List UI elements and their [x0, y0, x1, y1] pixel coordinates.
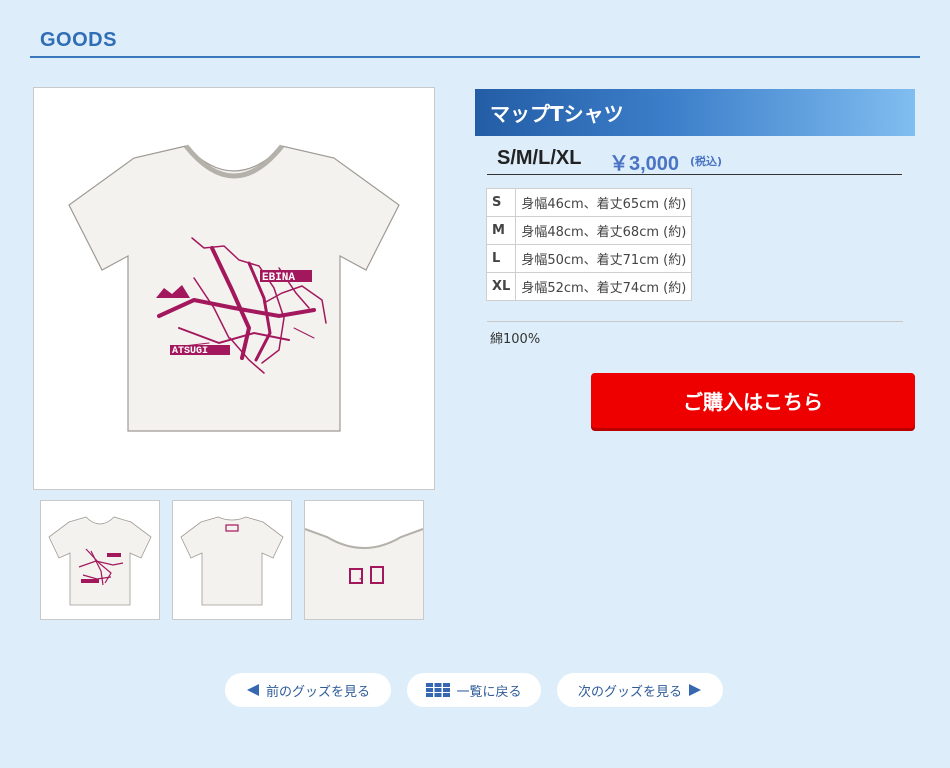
tax-note: (税込) [690, 155, 723, 168]
size-key: XL [485, 272, 517, 301]
size-key: M [485, 216, 517, 245]
size-spec: 身幅46cm、着丈65cm (約) [515, 188, 693, 217]
print-top-text: EBINA [262, 272, 295, 284]
prev-goods-label: 前のグッズを見る [265, 684, 370, 700]
back-to-list-label: 一覧に戻る [456, 684, 522, 700]
table-row: L 身幅50cm、着丈71cm (約) [485, 244, 693, 273]
material-divider [487, 321, 903, 322]
t-shirt-front-illustration: EBINA ATSUGI [68, 144, 400, 432]
size-key: L [485, 244, 517, 273]
grid-icon [426, 683, 451, 697]
back-to-list-button[interactable]: 一覧に戻る [407, 673, 541, 707]
svg-text:·: · [359, 574, 362, 584]
price: ￥3,000 [609, 153, 680, 175]
buy-button[interactable]: ご購入はこちら [591, 373, 915, 428]
size-spec: 身幅50cm、着丈71cm (約) [515, 244, 693, 273]
t-shirt-thumbnail-front [48, 516, 152, 606]
next-goods-button[interactable]: 次のグッズを見る [557, 673, 723, 707]
table-row: M 身幅48cm、着丈68cm (約) [485, 216, 693, 245]
thumbnail-back[interactable] [172, 500, 292, 620]
thumbnail-back-closeup[interactable]: · [304, 500, 424, 620]
prev-goods-button[interactable]: 前のグッズを見る [225, 673, 391, 707]
product-header: マップTシャツ [475, 89, 915, 136]
section-title: GOODS [40, 29, 117, 51]
size-key: S [485, 188, 517, 217]
t-shirt-thumbnail-closeup: · [305, 501, 423, 619]
available-sizes: S/M/L/XL [497, 147, 582, 169]
table-row: XL 身幅52cm、着丈74cm (約) [485, 272, 693, 301]
t-shirt-thumbnail-back [180, 516, 284, 606]
main-product-image: EBINA ATSUGI [33, 87, 435, 490]
triangle-left-icon [246, 684, 259, 696]
size-table: S 身幅46cm、着丈65cm (約) M 身幅48cm、着丈68cm (約) … [485, 188, 693, 301]
title-divider [30, 56, 920, 58]
print-bottom-text: ATSUGI [172, 346, 208, 357]
material-text: 綿100% [490, 332, 541, 347]
table-row: S 身幅46cm、着丈65cm (約) [485, 188, 693, 217]
triangle-right-icon [689, 684, 701, 696]
next-goods-label: 次のグッズを見る [577, 684, 682, 700]
size-spec: 身幅48cm、着丈68cm (約) [515, 216, 693, 245]
thumbnail-front[interactable] [40, 500, 160, 620]
size-spec: 身幅52cm、着丈74cm (約) [515, 272, 693, 301]
price-row: S/M/L/XL ￥3,000 (税込) [487, 146, 902, 175]
product-name: マップTシャツ [490, 102, 624, 126]
